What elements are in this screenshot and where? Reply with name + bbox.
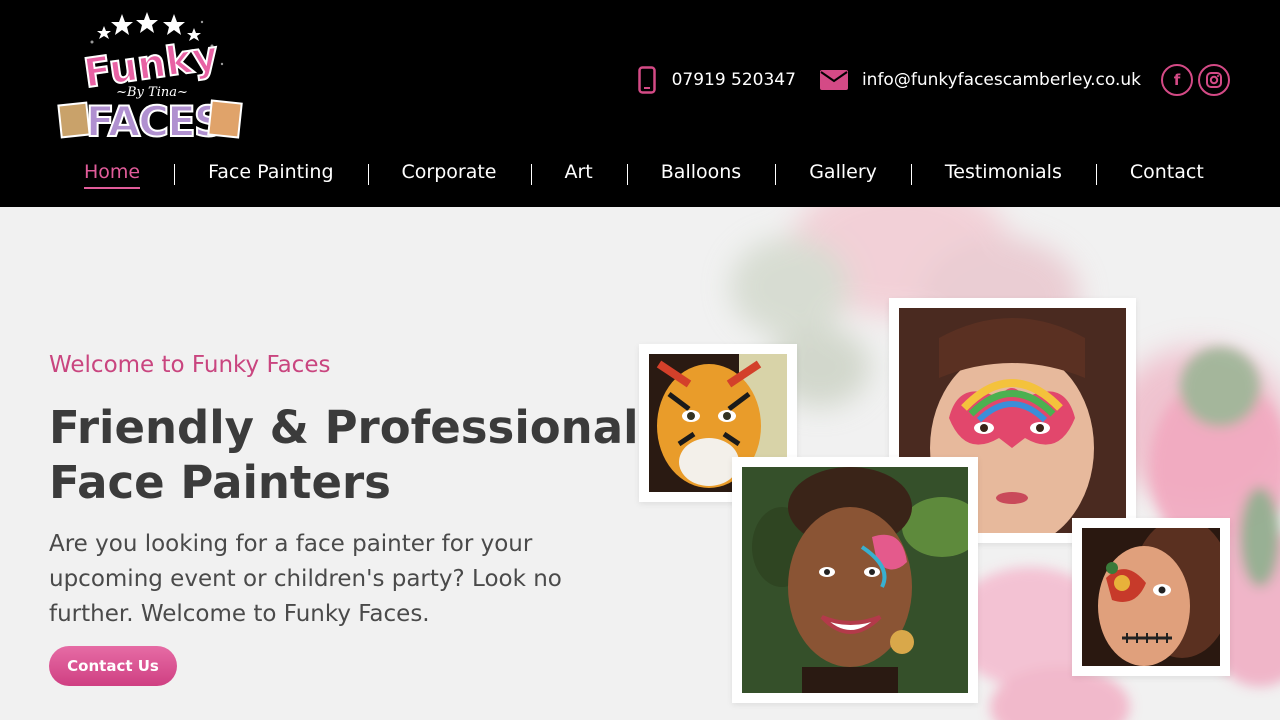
hero-section: Welcome to Funky Faces Friendly & Profes… [0,207,1280,720]
instagram-icon[interactable] [1198,64,1230,96]
nav-gallery[interactable]: Gallery [775,161,911,185]
main-nav: Home Face Painting Corporate Art Balloon… [50,154,1230,190]
nav-face-painting-label: Face Painting [208,161,334,183]
facebook-icon[interactable]: f [1161,64,1193,96]
hero-intro: Are you looking for a face painter for y… [49,531,562,627]
nav-gallery-label: Gallery [809,161,877,183]
nav-testimonials-label: Testimonials [944,161,1062,183]
nav-home[interactable]: Home [50,161,174,189]
phone-icon [637,66,656,94]
headline-line-1: Friendly & Professional [49,401,639,454]
sugar-skull-face-photo [1072,518,1230,676]
nav-home-label: Home [84,161,141,189]
hero-headline: Friendly & Professional Face Painters [49,400,639,510]
envelope-icon [819,70,848,90]
email-address: info@funkyfacescamberley.co.uk [861,70,1141,90]
nav-balloons[interactable]: Balloons [626,161,775,185]
facebook-glyph: f [1173,71,1181,89]
contact-us-button[interactable]: Contact Us [49,646,177,686]
hero-eyebrow: Welcome to Funky Faces [49,352,331,378]
nav-contact-label: Contact [1129,161,1204,183]
headline-line-2: Face Painters [49,456,391,509]
nav-corporate-label: Corporate [401,161,497,183]
logo-faces-text: FACES [86,97,222,142]
nav-testimonials[interactable]: Testimonials [910,161,1096,185]
email-link[interactable]: info@funkyfacescamberley.co.uk [819,70,1141,90]
contact-bar: 07919 520347 info@funkyfacescamberley.co… [637,62,1230,98]
nav-corporate[interactable]: Corporate [367,161,531,185]
site-header: Funky ~By Tina~ FACES 07919 520347 info@… [0,0,1280,207]
nav-contact[interactable]: Contact [1095,161,1238,185]
nav-face-painting[interactable]: Face Painting [174,161,367,185]
phone-number: 07919 520347 [671,70,796,90]
phone-link[interactable]: 07919 520347 [637,66,796,94]
site-logo[interactable]: Funky ~By Tina~ FACES [52,12,252,147]
social-links: f [1161,64,1230,96]
nav-art-label: Art [564,161,593,183]
smiling-woman-face-photo [732,457,978,703]
nav-balloons-label: Balloons [660,161,742,183]
nav-art[interactable]: Art [530,161,627,185]
